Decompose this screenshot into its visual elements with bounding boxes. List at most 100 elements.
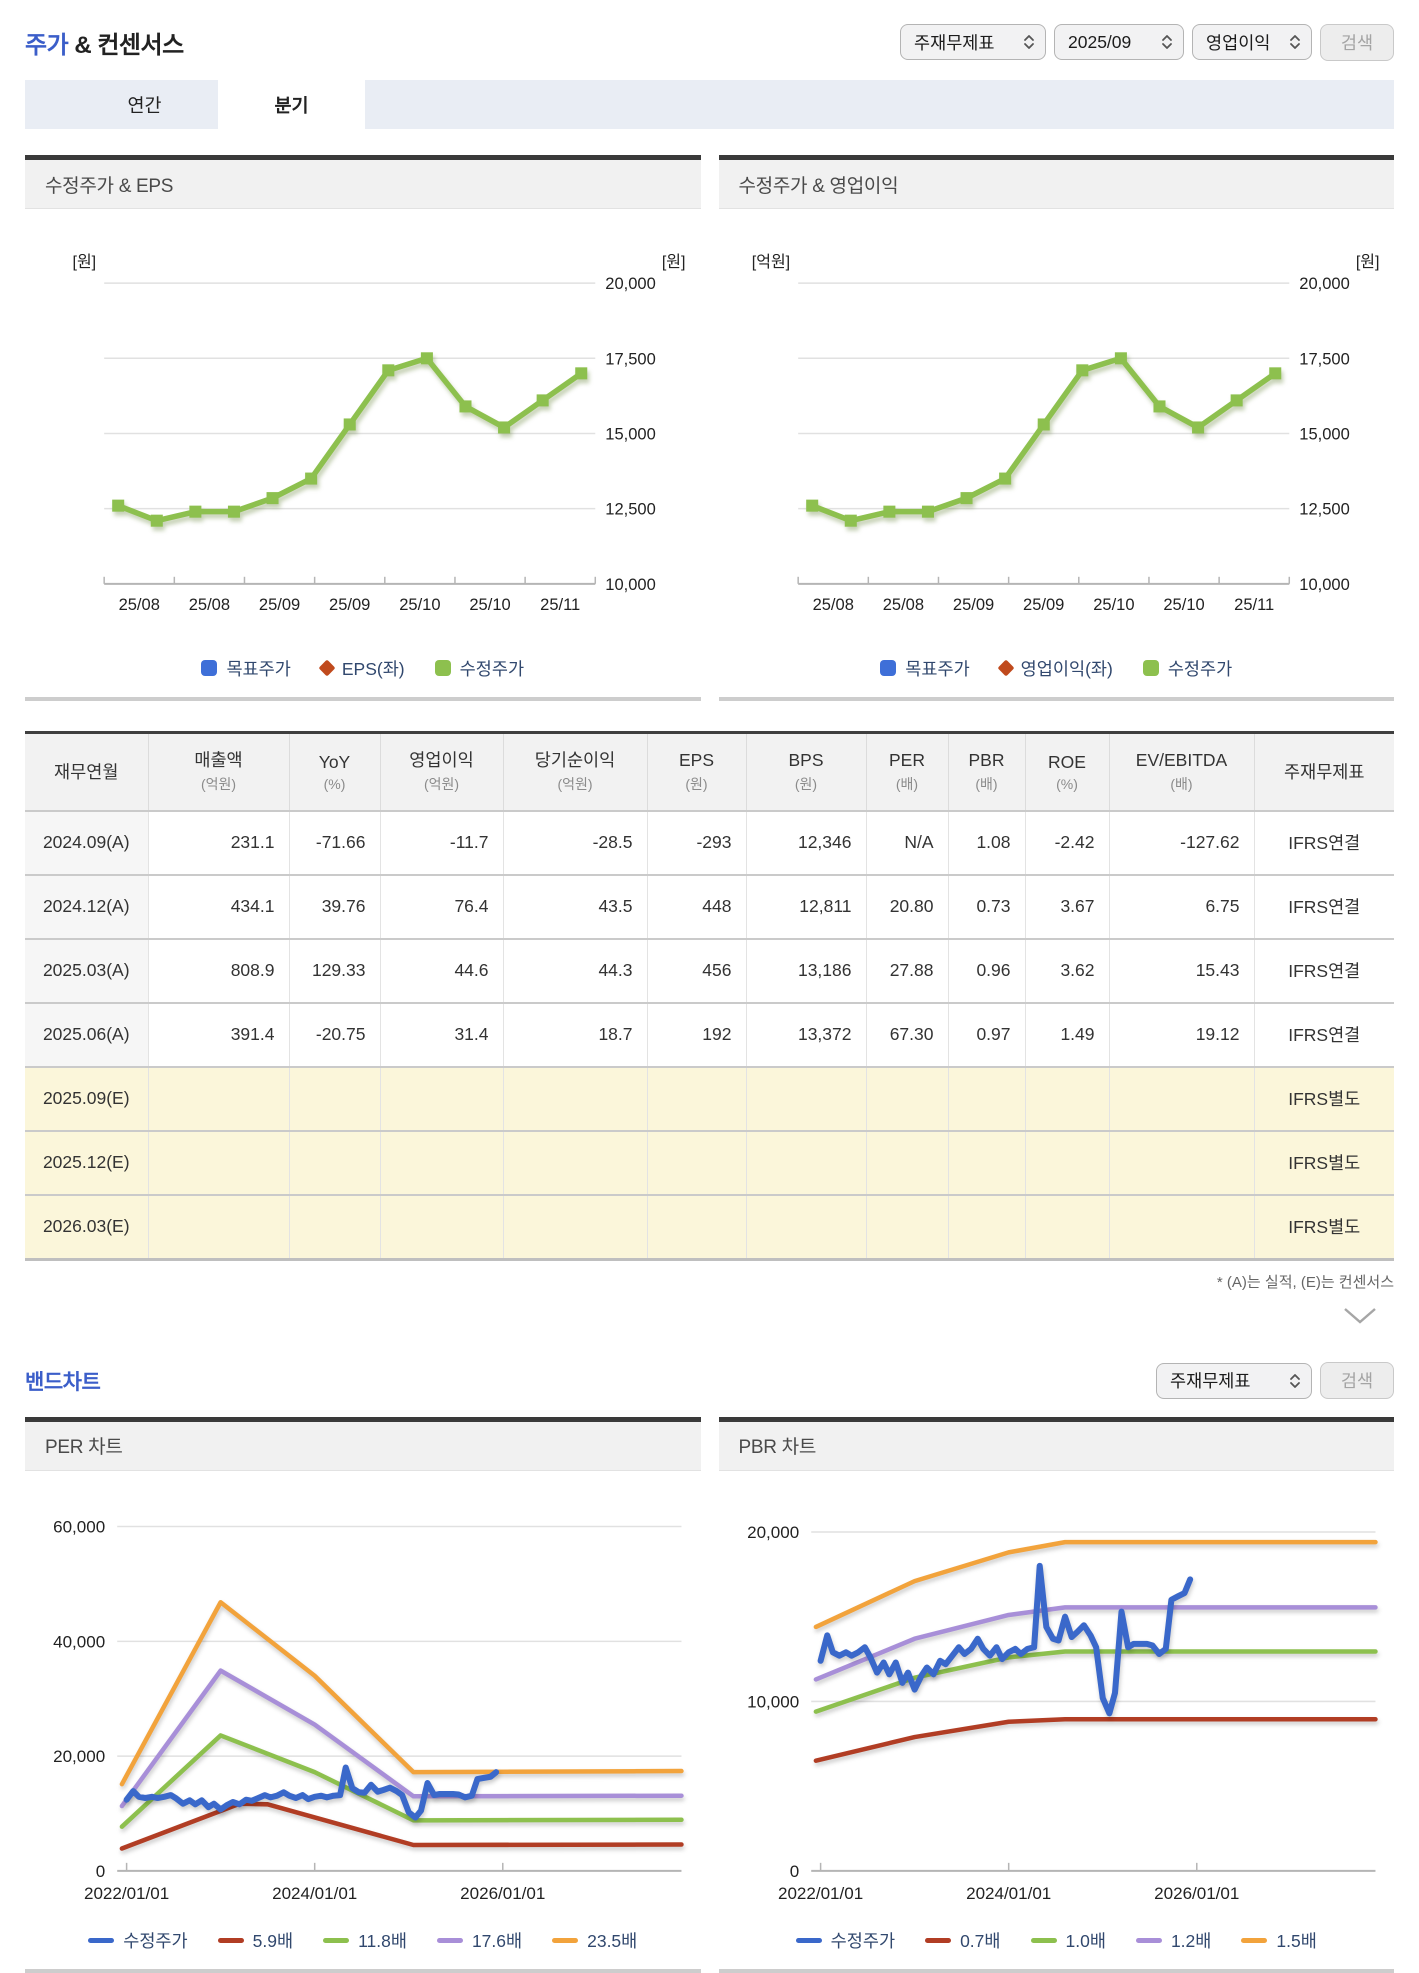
value-cell: 67.30 [865, 1001, 948, 1067]
legend-dash-icon [795, 1937, 822, 1943]
svg-text:[원]: [원] [73, 253, 97, 271]
svg-text:25/08: 25/08 [189, 595, 230, 614]
band-controls: 주재무제표 검색 [1156, 1362, 1394, 1400]
price-eps-legend: 목표주가 EPS(좌) 수정주가 [32, 656, 694, 681]
svg-text:0: 0 [96, 1862, 105, 1881]
value-cell [147, 1129, 289, 1195]
value-cell: 6.75 [1108, 873, 1254, 939]
value-cell: 391.4 [147, 1001, 289, 1067]
band-search-button[interactable]: 검색 [1320, 1362, 1394, 1400]
value-cell [379, 1065, 503, 1131]
svg-text:[원]: [원] [662, 253, 686, 271]
value-cell [1108, 1065, 1254, 1131]
per-band-chart: 0 20,000 40,000 60,000 2022/01/01 2024/01/01 2… [53, 1518, 684, 1903]
value-cell: 19.12 [1108, 1001, 1254, 1067]
consensus-table: 재무연월 매출액 (억원) YoY (%) 영업이익 (억원) 당기순이익 (억원) EPS (원)… [25, 730, 1394, 1261]
svg-text:12,500: 12,500 [605, 500, 656, 519]
svg-text:25/09: 25/09 [329, 595, 370, 614]
column-header: PBR (배) [947, 732, 1025, 811]
legend-square-icon [880, 660, 897, 677]
period-cell: 2025.12(E) [25, 1129, 148, 1195]
band-statement-select-value: 주재무제표 [1170, 1371, 1251, 1392]
price-op-chart: 10,000 12,500 15,000 17,500 20,000 [억원] [원] 25/… [751, 253, 1379, 614]
value-cell [947, 1065, 1025, 1131]
svg-text:20,000: 20,000 [53, 1747, 105, 1766]
statement-select[interactable]: 주재무제표 [900, 24, 1046, 60]
standard-cell: IFRS연결 [1253, 809, 1394, 875]
legend-item: 영업이익(좌) [997, 656, 1113, 681]
value-cell: 1.49 [1024, 1001, 1109, 1067]
value-cell: 44.6 [379, 937, 503, 1003]
legend-label: 1.0배 [1065, 1930, 1106, 1951]
tab-annual[interactable]: 연간 [71, 80, 218, 129]
legend-dash-icon [1135, 1937, 1162, 1943]
standard-cell: IFRS연결 [1253, 1001, 1394, 1067]
price-eps-chart-body: 10,000 12,500 15,000 17,500 20,000 [원] [원] 25/0… [25, 209, 701, 697]
panel-title-price-eps: 수정주가 & EPS [25, 160, 701, 209]
value-cell [865, 1193, 948, 1260]
column-header: 당기순이익 (억원) [502, 732, 647, 811]
legend-item: 수정주가 [1142, 656, 1232, 681]
period-tabstrip: 연간 분기 [25, 80, 1394, 129]
table-footnote: * (A)는 실적, (E)는 컨센서스 [1216, 1273, 1394, 1291]
value-cell [947, 1129, 1025, 1195]
svg-text:2024/01/01: 2024/01/01 [272, 1884, 357, 1903]
svg-text:2022/01/01: 2022/01/01 [778, 1884, 863, 1903]
value-cell: 3.62 [1024, 937, 1109, 1003]
value-cell [865, 1065, 948, 1131]
legend-label: EPS(좌) [341, 658, 405, 679]
tab-quarterly[interactable]: 분기 [218, 80, 365, 129]
legend-label: 11.8배 [358, 1930, 407, 1951]
legend-item: EPS(좌) [318, 656, 405, 681]
table-row: 2025.09(E) IFRS별도 [25, 1065, 1394, 1131]
band-statement-select[interactable]: 주재무제표 [1156, 1362, 1312, 1399]
legend-label: 수정주가 [830, 1930, 896, 1951]
svg-text:15,000: 15,000 [605, 424, 656, 443]
value-cell [379, 1193, 503, 1260]
metric-select[interactable]: 영업이익 [1192, 24, 1312, 60]
legend-item: 목표주가 [201, 656, 291, 681]
chevron-down-icon[interactable] [1342, 1306, 1378, 1326]
svg-text:2024/01/01: 2024/01/01 [966, 1884, 1051, 1903]
value-cell: 44.3 [502, 937, 647, 1003]
price-op-chart-body: 10,000 12,500 15,000 17,500 20,000 [억원] [원] 25/… [719, 209, 1395, 697]
value-cell [379, 1129, 503, 1195]
column-header: EV/EBITDA (배) [1108, 732, 1254, 811]
panel-price-op: 수정주가 & 영업이익 10,000 12,500 15,000 17,500 20,0… [718, 155, 1395, 701]
svg-text:20,000: 20,000 [1299, 274, 1350, 293]
legend-item: 17.6배 [436, 1928, 522, 1953]
panel-title-pbr: PBR 차트 [718, 1421, 1394, 1471]
table-row: 2024.12(A) 434.1 39.76 76.4 43.5 448 12,811 20.… [25, 873, 1394, 939]
value-cell: -293 [646, 809, 746, 875]
page-title-accent: 주가 [25, 31, 69, 59]
value-cell: 456 [646, 937, 746, 1003]
value-cell [1024, 1193, 1109, 1260]
metric-select-value: 영업이익 [1206, 32, 1271, 53]
value-cell: 129.33 [288, 937, 380, 1003]
page-title: 주가 & 컨센서스 [25, 25, 184, 60]
legend-label: 수정주가 [459, 658, 525, 679]
svg-text:17,500: 17,500 [1299, 349, 1350, 368]
table-row: 2026.03(E) IFRS별도 [25, 1193, 1394, 1260]
table-row: 2025.12(E) IFRS별도 [25, 1129, 1394, 1195]
period-cell: 2024.12(A) [25, 873, 148, 939]
legend-diamond-icon [318, 659, 336, 677]
period-select[interactable]: 2025/09 [1054, 24, 1184, 60]
table-row: 2025.06(A) 391.4 -20.75 31.4 18.7 192 13,372 67… [25, 1001, 1394, 1067]
svg-text:25/10: 25/10 [469, 595, 510, 614]
column-header: EPS (원) [646, 732, 746, 811]
standard-cell: IFRS별도 [1253, 1193, 1394, 1260]
updown-chevron-icon [1290, 35, 1300, 49]
value-cell [502, 1193, 647, 1260]
value-cell [502, 1129, 647, 1195]
statement-select-value: 주재무제표 [914, 32, 995, 53]
header-controls: 주재무제표 2025/09 영업이익 검색 [900, 23, 1394, 61]
column-header: 영업이익 (억원) [379, 732, 503, 811]
search-button[interactable]: 검색 [1320, 23, 1394, 61]
legend-label: 목표주가 [905, 658, 970, 679]
svg-text:25/11: 25/11 [540, 595, 580, 614]
value-cell: 1.08 [947, 809, 1025, 875]
period-cell: 2024.09(A) [25, 809, 148, 875]
legend-dash-icon [88, 1937, 115, 1943]
svg-text:25/09: 25/09 [1023, 595, 1064, 614]
